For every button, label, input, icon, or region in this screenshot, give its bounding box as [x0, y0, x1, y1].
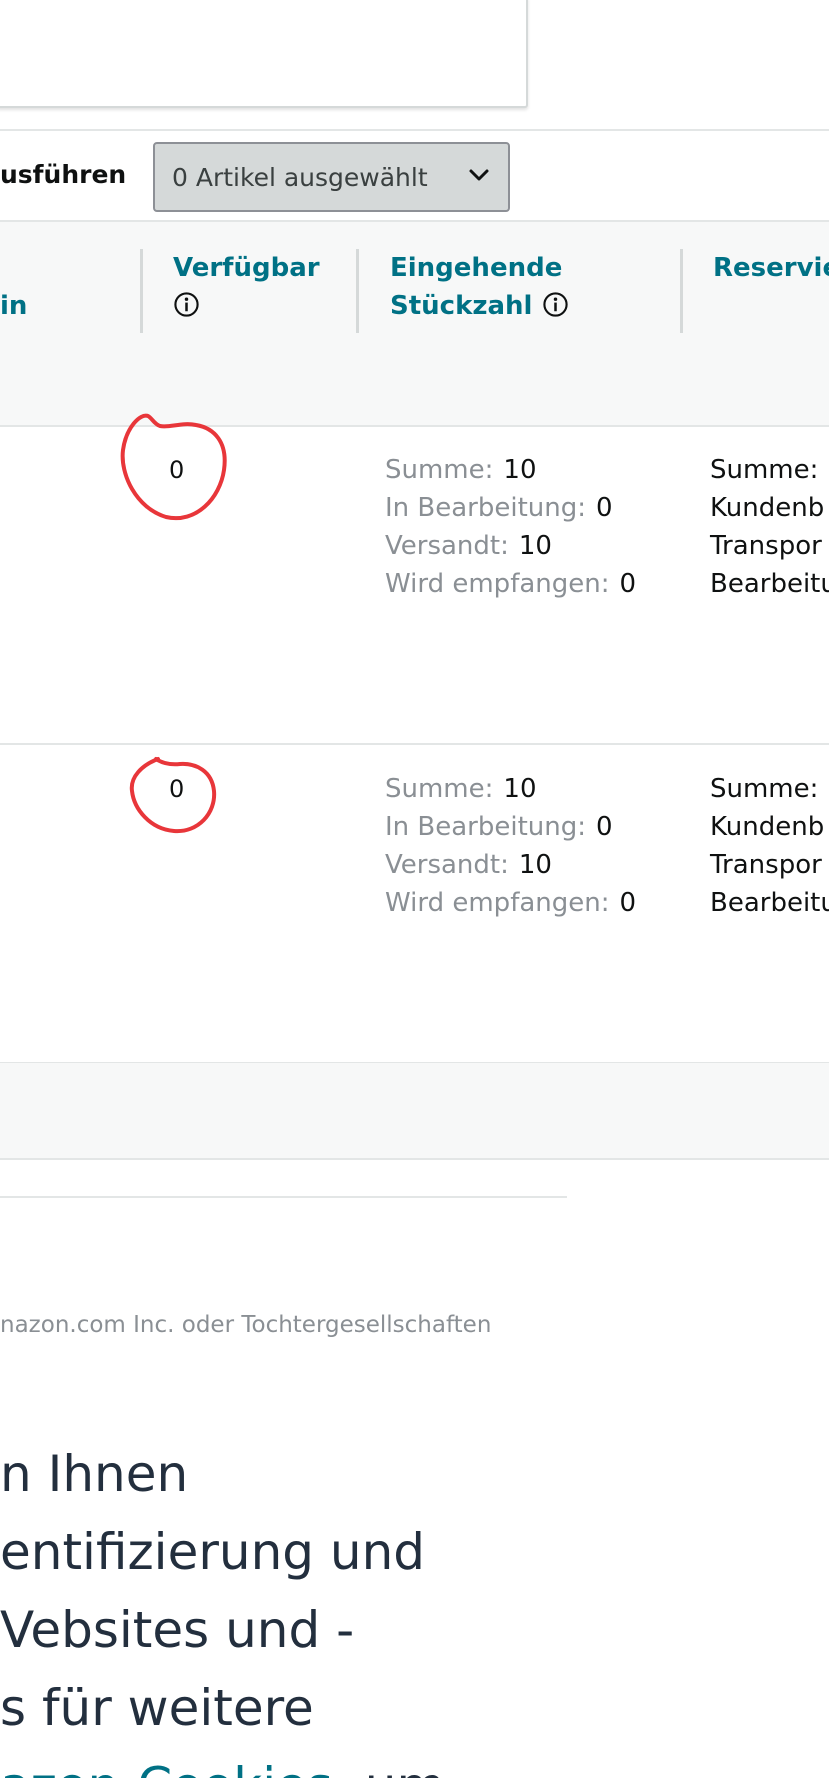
available-value: 0 [169, 775, 185, 803]
reserved-stat: Summe: [710, 774, 819, 804]
column-header-inbound-line1: Eingehende [390, 253, 563, 283]
reserved-stat: Kundenb [710, 812, 825, 842]
cookie-notice-line: entifizierung und [0, 1523, 426, 1581]
table-footer [0, 1063, 829, 1160]
inbound-stat: Wird empfangen: 0 [385, 569, 637, 599]
info-icon[interactable] [542, 291, 569, 318]
reserved-stat: Bearbeitu [710, 569, 829, 599]
cookie-notice-line: azon-Cookies, um [0, 1747, 829, 1778]
chevron-down-icon [469, 169, 489, 181]
cookie-notice-tail: , um [333, 1757, 445, 1778]
inbound-stat: Versandt: 10 [385, 531, 552, 561]
info-icon[interactable] [173, 291, 200, 318]
available-value: 0 [169, 456, 185, 484]
reserved-stat: Bearbeitu [710, 888, 829, 918]
divider [0, 129, 829, 131]
column-separator [140, 249, 143, 333]
cookie-notice: n Ihnen entifizierung und Vebsites und -… [0, 1435, 829, 1778]
bulk-action-label: usführen [0, 160, 127, 189]
column-header-inbound[interactable]: Eingehende Stückzahl [390, 249, 569, 325]
column-header-cut: in [0, 291, 28, 321]
cookie-notice-line: n Ihnen [0, 1445, 189, 1503]
reserved-stat: Summe: [710, 455, 819, 485]
cookie-link[interactable]: azon-Cookies [0, 1757, 333, 1778]
copyright-text: nazon.com Inc. oder Tochtergesellschafte… [0, 1312, 492, 1338]
column-header-available-label: Verfügbar [173, 253, 320, 283]
inbound-stat: Versandt: 10 [385, 850, 552, 880]
inbound-stat: In Bearbeitung: 0 [385, 812, 613, 842]
column-header-inbound-line2: Stückzahl [390, 291, 533, 321]
divider [0, 425, 829, 427]
column-header-reserved[interactable]: Reservie [713, 249, 829, 287]
bulk-action-select-value: 0 Artikel ausgewählt [172, 162, 428, 192]
divider [0, 1158, 829, 1160]
cookie-notice-line: s für weitere [0, 1679, 314, 1737]
column-separator [680, 249, 683, 333]
cookie-notice-line: Vebsites und - [0, 1601, 355, 1659]
inbound-stat: In Bearbeitung: 0 [385, 493, 613, 523]
inbound-stat: Wird empfangen: 0 [385, 888, 637, 918]
column-separator [356, 249, 359, 333]
reserved-stat: Transpor [710, 531, 822, 561]
reserved-stat: Transpor [710, 850, 822, 880]
bulk-action-select[interactable]: 0 Artikel ausgewählt [153, 142, 510, 212]
row-divider [0, 743, 829, 745]
divider [0, 220, 829, 222]
column-header-available[interactable]: Verfügbar [173, 249, 320, 325]
reserved-stat: Kundenb [710, 493, 825, 523]
inbound-stat: Summe: 10 [385, 455, 537, 485]
divider [0, 1196, 567, 1198]
inbound-stat: Summe: 10 [385, 774, 537, 804]
search-panel [0, 0, 528, 108]
